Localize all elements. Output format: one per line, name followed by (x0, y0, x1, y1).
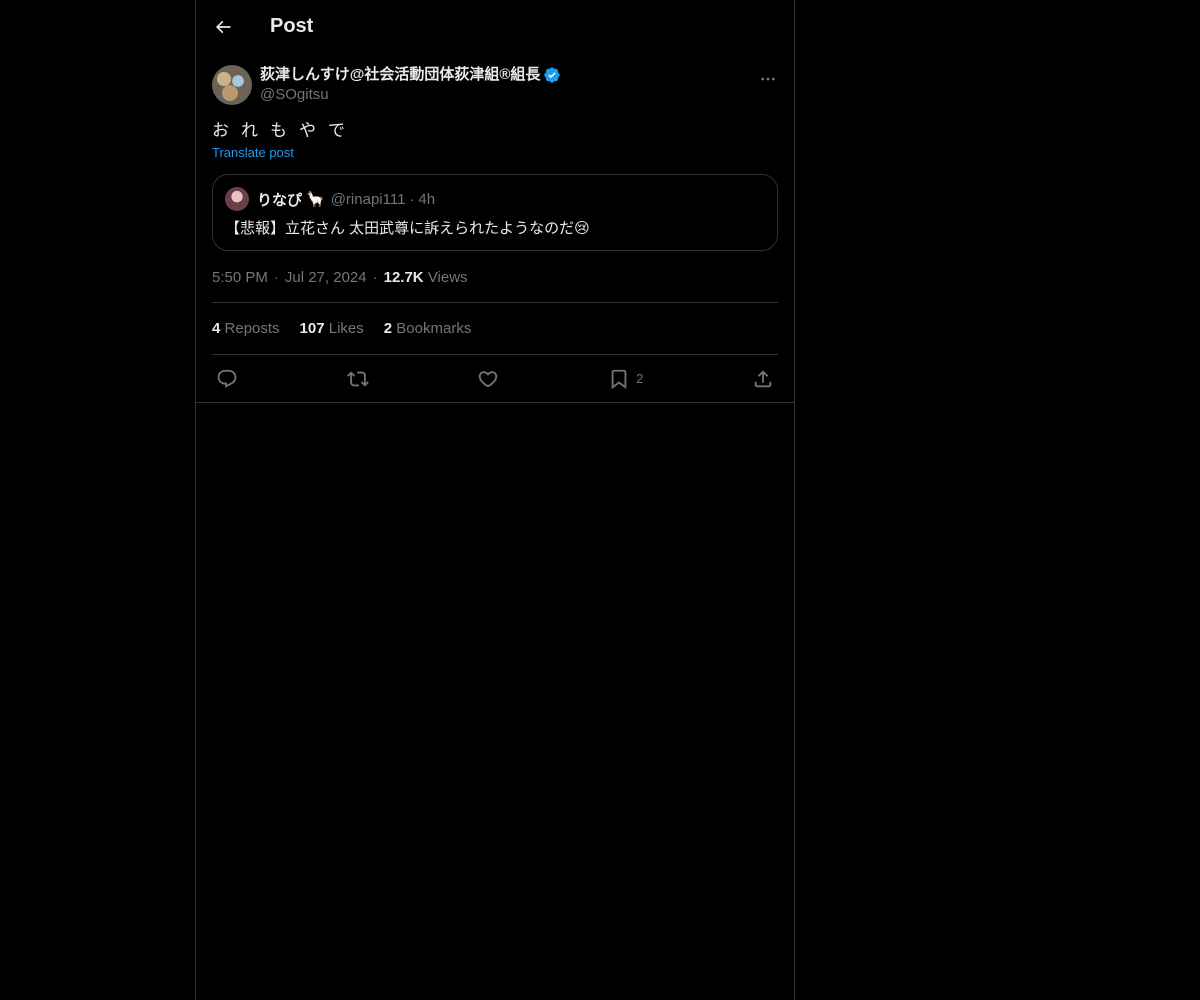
share-button[interactable] (752, 368, 774, 390)
verified-badge-icon (543, 66, 561, 84)
action-bar: 2 (212, 355, 778, 402)
meta-separator: · (273, 269, 279, 286)
author-meta: 荻津しんすけ@社会活動団体荻津組®組長 @SOgitsu (260, 65, 561, 105)
quote-time: 4h (418, 190, 436, 208)
display-name-row: 荻津しんすけ@社会活動団体荻津組®組長 (260, 65, 561, 85)
post-text: おれもやで (212, 121, 357, 140)
repost-icon (346, 371, 369, 386)
like-button[interactable] (477, 368, 499, 390)
back-button[interactable] (212, 16, 234, 38)
likes-count: 107 (299, 320, 325, 337)
quote-display-name: りなぴ (257, 191, 303, 209)
author-row: 荻津しんすけ@社会活動団体荻津組®組長 @SOgitsu (212, 53, 778, 105)
more-dots-icon (761, 77, 775, 81)
post-divider (196, 402, 794, 403)
translate-post-link[interactable]: Translate post (212, 145, 294, 160)
quoted-post[interactable]: りなぴ 🦙 @rinapi111 · 4h 【悲報】立花さん 太田武尊に訴えられ… (212, 174, 778, 251)
views-label: Views (427, 269, 468, 286)
views-count: 12.7K (383, 269, 424, 286)
bookmarks-stat[interactable]: 2 Bookmarks (384, 320, 472, 337)
more-options-button[interactable] (758, 69, 778, 89)
quote-avatar (225, 187, 249, 211)
quote-handle: @rinapi111 (330, 190, 406, 208)
post-meta: 5:50 PM · Jul 27, 2024 · 12.7K Views (212, 269, 778, 303)
likes-stat[interactable]: 107 Likes (300, 320, 364, 337)
avatar[interactable] (212, 65, 252, 105)
bookmark-icon (611, 369, 627, 389)
bookmarks-label: Bookmarks (396, 320, 472, 337)
bookmark-count: 2 (636, 371, 644, 386)
quote-name-emoji: 🦙 (306, 191, 325, 208)
post: 荻津しんすけ@社会活動団体荻津組®組長 @SOgitsu おれもやで Trans… (196, 53, 794, 403)
quote-separator: · (409, 190, 415, 208)
arrow-left-icon (215, 20, 231, 33)
quote-header: りなぴ 🦙 @rinapi111 · 4h (225, 187, 765, 211)
bookmark-button[interactable]: 2 (608, 368, 643, 390)
repost-button[interactable] (346, 368, 369, 390)
reposts-label: Reposts (224, 320, 280, 337)
reply-icon (217, 369, 237, 388)
share-icon (754, 369, 772, 387)
meta-separator: · (372, 269, 378, 286)
main-column: Post 荻津しんすけ@社会活動団体荻津組®組長 @SOgitsu おれもやで … (195, 0, 795, 1000)
reposts-count: 4 (212, 320, 221, 337)
reposts-stat[interactable]: 4 Reposts (212, 320, 280, 337)
quote-text: 【悲報】立花さん 太田武尊に訴えられたようなのだ😢 (225, 220, 590, 237)
bookmarks-count: 2 (383, 320, 393, 337)
post-date[interactable]: Jul 27, 2024 (285, 269, 367, 286)
page-title: Post (270, 15, 314, 37)
views: 12.7K Views (384, 269, 468, 286)
heart-icon (479, 370, 498, 387)
reply-button[interactable] (216, 368, 238, 390)
author-handle[interactable]: @SOgitsu (260, 85, 561, 105)
display-name[interactable]: 荻津しんすけ@社会活動団体荻津組®組長 (260, 65, 540, 85)
post-stats: 4 Reposts 107 Likes 2 Bookmarks (212, 303, 778, 355)
likes-label: Likes (328, 320, 364, 337)
header: Post (196, 0, 794, 53)
post-time[interactable]: 5:50 PM (212, 269, 268, 286)
